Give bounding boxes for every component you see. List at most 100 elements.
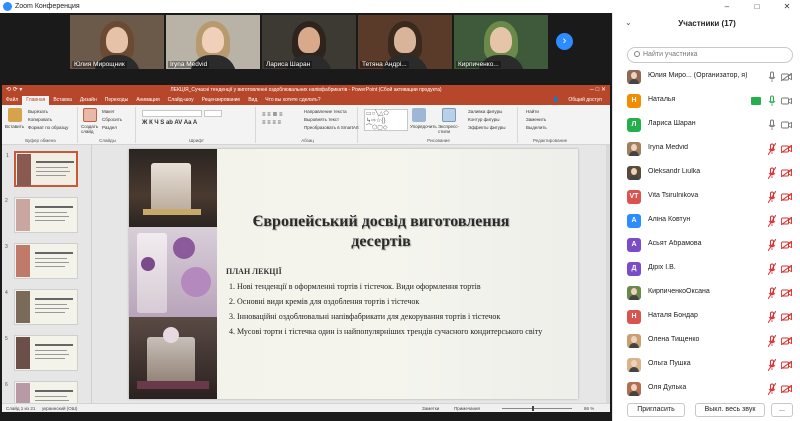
video-tile[interactable]: Тетяна Андрі... xyxy=(358,15,452,69)
camera-icon[interactable] xyxy=(781,217,792,225)
slide-thumbnail[interactable]: 1 xyxy=(6,151,78,187)
close-button[interactable]: ✕ xyxy=(776,0,798,13)
more-options-button[interactable]: ... xyxy=(771,403,793,417)
arrange-button[interactable]: Упорядочить xyxy=(410,124,437,129)
shape-outline-button[interactable]: Контур фигуры xyxy=(468,117,499,122)
font-family-select[interactable] xyxy=(142,110,202,117)
participant-row[interactable]: Юлия Миро... (Организатор, я) xyxy=(613,65,800,89)
quick-access-toolbar[interactable]: ⟲ ⟳ ▾ xyxy=(6,85,22,95)
invite-button[interactable]: Пригласить xyxy=(627,403,685,417)
camera-icon[interactable] xyxy=(781,121,792,129)
microphone-icon[interactable] xyxy=(768,335,776,347)
participant-row[interactable]: VT Vita Tsirulnikova xyxy=(613,185,800,209)
participant-row[interactable]: А Аліна Ковтун xyxy=(613,209,800,233)
mute-all-button[interactable]: Выкл. весь звук xyxy=(695,403,765,417)
paragraph-format-buttons[interactable]: ≡ ≡ ≣ ≡ ≡ ≡ ≡ ≡ xyxy=(262,111,283,127)
find-button[interactable]: Найти xyxy=(526,109,539,114)
microphone-icon[interactable] xyxy=(768,119,776,131)
microphone-icon[interactable] xyxy=(768,191,776,203)
align-text-button[interactable]: Выровнять текст xyxy=(304,117,339,122)
participant-row[interactable]: Д Дірiх I.B. xyxy=(613,257,800,281)
microphone-icon[interactable] xyxy=(768,95,776,107)
format-painter-button[interactable]: Формат по образцу xyxy=(28,125,68,130)
zoom-level[interactable]: 86 % xyxy=(584,404,594,412)
participant-search-input[interactable]: Найти участника xyxy=(627,47,793,63)
zoom-slider[interactable] xyxy=(502,408,572,409)
maximize-button[interactable]: □ xyxy=(746,0,768,13)
microphone-icon[interactable] xyxy=(768,311,776,323)
video-tile[interactable]: Кирпиченко... xyxy=(454,15,548,69)
current-slide[interactable]: Європейський досвід виготовлення десерті… xyxy=(129,149,578,399)
comments-button[interactable]: Примечания xyxy=(454,404,480,412)
slide-thumbnails-pane[interactable]: 1 2 3 4 5 6 xyxy=(2,145,92,412)
minimize-button[interactable]: – xyxy=(716,0,738,13)
camera-icon[interactable] xyxy=(781,313,792,321)
microphone-icon[interactable] xyxy=(768,71,776,83)
text-direction-button[interactable]: Направление текста xyxy=(304,109,347,114)
paste-button[interactable]: Вставить xyxy=(5,124,24,129)
arrange-icon[interactable] xyxy=(412,108,426,122)
camera-icon[interactable] xyxy=(781,265,792,273)
slide-thumbnail[interactable]: 2 xyxy=(5,197,78,233)
camera-icon[interactable] xyxy=(781,361,792,369)
microphone-icon[interactable] xyxy=(768,287,776,299)
font-size-select[interactable] xyxy=(204,110,222,117)
video-tile[interactable]: Лариса Шаран xyxy=(262,15,356,69)
shapes-gallery[interactable]: ▭○╲△⬠ ↳⇨☆{} ⌒⬡▢◇ xyxy=(364,109,408,131)
participant-row[interactable]: Iryna Medvid xyxy=(613,137,800,161)
ppt-tab[interactable]: Вставка xyxy=(49,96,76,105)
microphone-icon[interactable] xyxy=(768,359,776,371)
next-videos-button[interactable]: › xyxy=(556,33,573,50)
section-button[interactable]: Раздел xyxy=(102,125,117,130)
participant-row[interactable]: КирпиченкоОксана xyxy=(613,281,800,305)
replace-button[interactable]: Заменить xyxy=(526,117,546,122)
microphone-icon[interactable] xyxy=(768,263,776,275)
font-format-buttons[interactable]: Ж К Ч S ab AV Aa A xyxy=(142,120,197,126)
ppt-tab[interactable]: Дизайн xyxy=(76,96,101,105)
microphone-icon[interactable] xyxy=(768,167,776,179)
microphone-icon[interactable] xyxy=(768,239,776,251)
quick-styles-button[interactable]: Экспресс-стили xyxy=(438,124,464,134)
participant-row[interactable]: Ольга Пушка xyxy=(613,353,800,377)
ppt-tab[interactable]: Главная xyxy=(22,96,50,105)
participant-row[interactable]: Н Наталья xyxy=(613,89,800,113)
ppt-tab[interactable]: Рецензирование xyxy=(198,96,245,105)
slide-thumbnail[interactable]: 4 xyxy=(5,289,78,325)
share-button[interactable]: 👤 Общий доступ xyxy=(545,96,610,105)
slide-thumbnail[interactable]: 5 xyxy=(5,335,78,371)
language-indicator[interactable]: украинский (ОШ) xyxy=(42,404,77,412)
participant-row[interactable]: Л Лариса Шаран xyxy=(613,113,800,137)
camera-icon[interactable] xyxy=(781,289,792,297)
camera-icon[interactable] xyxy=(781,241,792,249)
select-button[interactable]: Выделить xyxy=(526,125,547,130)
microphone-icon[interactable] xyxy=(768,143,776,155)
camera-icon[interactable] xyxy=(781,337,792,345)
ppt-tab[interactable]: Слайд-шоу xyxy=(164,96,198,105)
participant-row[interactable]: Олена Тищенко xyxy=(613,329,800,353)
ppt-tab[interactable]: Анимация xyxy=(132,96,163,105)
new-slide-button[interactable]: Создать слайд xyxy=(81,124,101,134)
notes-button[interactable]: Заметки xyxy=(422,404,439,412)
camera-icon[interactable] xyxy=(781,193,792,201)
participant-row[interactable]: Оля Дулька xyxy=(613,377,800,401)
camera-icon[interactable] xyxy=(781,73,792,81)
video-tile[interactable]: Юлия Мирощник xyxy=(70,15,164,69)
slide-thumbnail[interactable]: 3 xyxy=(5,243,78,279)
new-slide-icon[interactable] xyxy=(83,108,97,122)
participant-row[interactable]: Н Наталя Бондар xyxy=(613,305,800,329)
copy-button[interactable]: Копировать xyxy=(28,117,52,122)
zoom-slider-handle[interactable] xyxy=(532,406,534,411)
shape-effects-button[interactable]: Эффекты фигуры xyxy=(468,125,506,130)
reset-button[interactable]: Сбросить xyxy=(102,117,122,122)
paste-icon[interactable] xyxy=(8,108,22,122)
camera-icon[interactable] xyxy=(781,145,792,153)
camera-icon[interactable] xyxy=(781,169,792,177)
video-tile[interactable]: Iryna Medvid xyxy=(166,15,260,69)
camera-icon[interactable] xyxy=(781,385,792,393)
smartart-button[interactable]: Преобразовать в SmartArt xyxy=(304,125,359,130)
microphone-icon[interactable] xyxy=(768,383,776,395)
shape-fill-button[interactable]: Заливка фигуры xyxy=(468,109,502,114)
ppt-tab[interactable]: Что вы хотите сделать? xyxy=(261,96,324,105)
ppt-tab[interactable]: Файл xyxy=(2,96,22,105)
quick-styles-icon[interactable] xyxy=(442,108,456,122)
